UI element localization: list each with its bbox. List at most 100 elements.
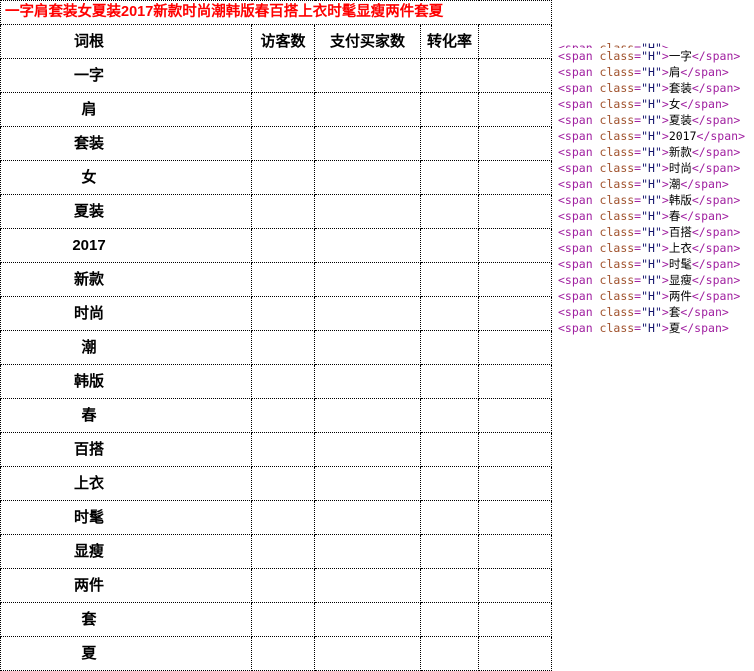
- code-token-open-tag-close: >: [661, 41, 669, 48]
- cell-conversion-rate: [420, 160, 479, 195]
- code-token-open-tag: <span: [558, 209, 600, 223]
- code-token-close-tag: </span>: [680, 97, 729, 111]
- table-row: 肩: [0, 92, 553, 127]
- cell-root-label: 韩版: [73, 373, 104, 390]
- cell-paid-buyers: [314, 466, 421, 501]
- code-token-open-tag-close: >: [661, 225, 669, 239]
- code-token-open-tag-close: >: [661, 65, 669, 79]
- code-token-open-tag: <span: [558, 257, 600, 271]
- column-header-paid-buyers: 支付买家数: [314, 24, 421, 59]
- cell-root: 套: [0, 602, 252, 637]
- cell-visitors: [251, 432, 315, 467]
- code-token-open-tag-close: >: [661, 97, 669, 111]
- code-token-text: 两件: [668, 289, 692, 303]
- code-token-text: 上衣: [668, 241, 692, 255]
- cell-visitors: [251, 160, 315, 195]
- table-row: 女: [0, 160, 553, 195]
- cell-visitors: [251, 466, 315, 501]
- cell-root-label: 时尚: [73, 305, 104, 322]
- cell-conversion-rate: [420, 500, 479, 535]
- code-token-text: 女: [668, 97, 681, 111]
- code-line: <span class="H">两件</span>: [558, 288, 754, 304]
- code-token-attr-value: "H": [641, 257, 662, 271]
- code-token-open-tag: <span: [558, 65, 600, 79]
- cell-visitors: [251, 228, 315, 263]
- cell-paid-buyers: [314, 194, 421, 229]
- code-line: <span class="H">夏</span>: [558, 320, 754, 336]
- code-token-attr-value: "H": [641, 225, 662, 239]
- code-token-close-tag: </span>: [691, 161, 741, 175]
- cell-root: 套装: [0, 126, 252, 161]
- code-token-close-tag: </span>: [691, 49, 741, 63]
- code-token-text: 韩版: [668, 193, 692, 207]
- code-token-close-tag: </span>: [680, 65, 729, 79]
- code-line: <span class="H">潮</span>: [558, 176, 754, 192]
- cell-conversion-rate: [420, 228, 479, 263]
- cell-conversion-rate: [420, 432, 479, 467]
- code-token-attr-name: class: [599, 161, 635, 175]
- code-token-open-tag-close: >: [661, 273, 669, 287]
- cell-visitors: [251, 296, 315, 331]
- code-token-attr-value: "H": [641, 97, 662, 111]
- cell-root-label: 春: [81, 407, 97, 424]
- code-token-close-tag: </span>: [691, 145, 741, 159]
- cell-paid-buyers: [314, 500, 421, 535]
- cell-root: 新款: [0, 262, 252, 297]
- cell-root-label: 显瘦: [73, 543, 104, 560]
- cell-paid-buyers: [314, 398, 421, 433]
- code-token-attr-value: "H": [641, 41, 662, 48]
- code-token-attr-value: "H": [641, 161, 662, 175]
- code-token-attr-name: class: [599, 273, 635, 287]
- code-token-close-tag: </span>: [691, 225, 741, 239]
- cell-root-label: 潮: [81, 339, 97, 356]
- cell-root: 百搭: [0, 432, 252, 467]
- code-token-attr-name: class: [599, 305, 635, 319]
- code-token-close-tag: </span>: [680, 177, 729, 191]
- product-title: 一字肩套装女夏装2017新款时尚潮韩版春百搭上衣时髦显瘦两件套夏: [0, 0, 553, 25]
- cell-visitors: [251, 330, 315, 365]
- code-token-close-tag: </span>: [691, 273, 741, 287]
- code-token-open-tag: <span: [558, 49, 600, 63]
- cell-extra: [477, 262, 553, 297]
- code-token-close-tag: </span>: [691, 81, 741, 95]
- cell-extra: [477, 330, 553, 365]
- cell-conversion-rate: [420, 568, 479, 603]
- cell-root: 上衣: [0, 466, 252, 501]
- keyword-table: 一字肩套装女夏装2017新款时尚潮韩版春百搭上衣时髦显瘦两件套夏 词根 访客数 …: [0, 0, 553, 671]
- code-line: <span class="H">新款</span>: [558, 144, 754, 160]
- table-row: 时尚: [0, 296, 553, 331]
- code-token-open-tag: <span: [558, 177, 600, 191]
- cell-paid-buyers: [314, 534, 421, 569]
- cell-root: 肩: [0, 92, 252, 127]
- cell-extra: [477, 364, 553, 399]
- code-token-attr-value: "H": [641, 49, 662, 63]
- code-token-open-tag-close: >: [661, 193, 669, 207]
- code-token-attr-name: class: [599, 81, 635, 95]
- cell-extra: [477, 92, 553, 127]
- code-token-attr-value: "H": [641, 113, 662, 127]
- column-header-visitors: 访客数: [251, 24, 315, 59]
- table-row: 夏装: [0, 194, 553, 229]
- cell-conversion-rate: [420, 58, 479, 93]
- code-token-text: 套装: [668, 81, 692, 95]
- cell-extra: [477, 58, 553, 93]
- cell-extra: [477, 568, 553, 603]
- table-row: 春: [0, 398, 553, 433]
- code-line: <span class="H">夏装</span>: [558, 112, 754, 128]
- cell-extra: [477, 602, 553, 637]
- code-token-open-tag-close: >: [661, 129, 669, 143]
- table-row: 套装: [0, 126, 553, 161]
- cell-visitors: [251, 568, 315, 603]
- code-token-text: 潮: [668, 177, 681, 191]
- code-token-attr-value: "H": [641, 321, 662, 335]
- code-token-open-tag: <span: [558, 321, 600, 335]
- code-token-open-tag-close: >: [661, 49, 669, 63]
- code-token-attr-value: "H": [641, 65, 662, 79]
- code-token-close-tag: </span>: [696, 129, 745, 143]
- code-token-attr-name: class: [599, 193, 635, 207]
- code-token-close-tag: </span>: [691, 257, 741, 271]
- cell-root-label: 新款: [73, 271, 104, 288]
- code-token-open-tag-close: >: [661, 161, 669, 175]
- cell-visitors: [251, 58, 315, 93]
- cell-paid-buyers: [314, 296, 421, 331]
